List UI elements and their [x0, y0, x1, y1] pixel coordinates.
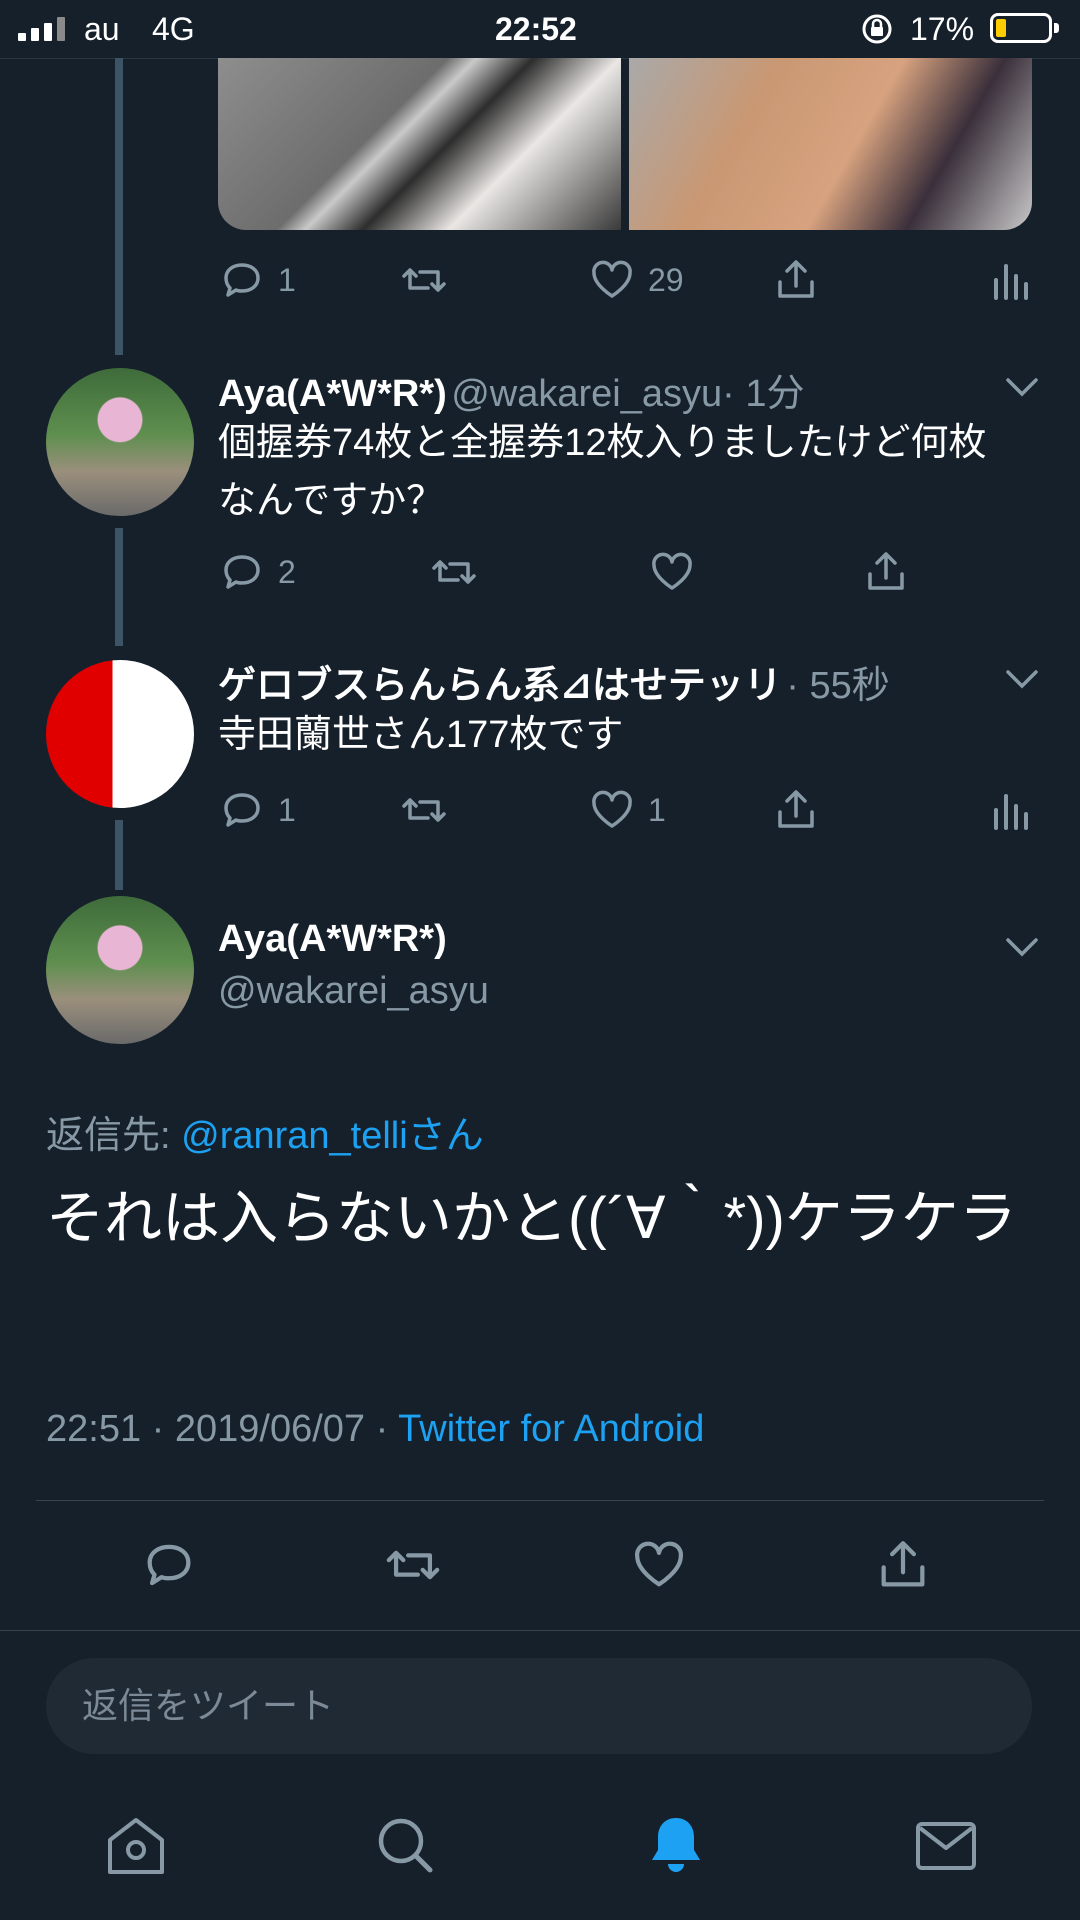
reply-count: 2: [278, 553, 296, 590]
status-bar: au 4G 22:52 17%: [0, 0, 1080, 59]
rotation-lock-icon: [862, 14, 892, 44]
divider: [0, 1630, 1080, 1631]
display-name[interactable]: Aya(A*W*R*): [218, 918, 447, 961]
tweet-media[interactable]: [218, 58, 1032, 230]
tweet-timestamp: 22:51 · 2019/06/07 ·: [46, 1408, 399, 1450]
handle[interactable]: @wakarei_asyu: [218, 970, 489, 1013]
tweet-text: 寺田蘭世さん177枚です: [218, 714, 624, 756]
analytics-button[interactable]: [984, 256, 1032, 304]
media-image[interactable]: [218, 58, 621, 230]
notifications-icon: [652, 1818, 700, 1872]
display-name[interactable]: ゲロブスらんらん系⊿はせテッリ: [218, 665, 782, 707]
tweet-text: それは入らないかと((´∀｀*))ケラケラ: [46, 1186, 1017, 1251]
tweet-time: · 1分: [722, 373, 805, 415]
battery-icon: [990, 13, 1059, 43]
retweet-button[interactable]: [430, 548, 478, 596]
avatar[interactable]: [46, 368, 194, 516]
analytics-icon: [994, 264, 1028, 300]
battery-percent: 17%: [910, 11, 975, 47]
reply-to-label: 返信先:: [46, 1115, 171, 1157]
retweet-icon: [402, 268, 446, 292]
reply-button[interactable]: 1: [218, 786, 296, 834]
retweet-icon: [432, 560, 476, 584]
reply-count: 1: [278, 261, 296, 298]
reply-button[interactable]: 2: [218, 548, 296, 596]
tab-home[interactable]: [100, 1810, 172, 1882]
like-button[interactable]: 1: [588, 786, 666, 834]
home-icon: [108, 1818, 164, 1874]
tweet-meta: 22:51 · 2019/06/07 · Twitter for Android: [46, 1408, 704, 1451]
tweet-source-link[interactable]: Twitter for Android: [398, 1408, 704, 1450]
divider: [36, 1500, 1044, 1501]
reply-button[interactable]: 1: [218, 256, 296, 304]
share-icon: [881, 1541, 925, 1587]
analytics-button[interactable]: [984, 786, 1032, 834]
chevron-down-icon[interactable]: [1002, 926, 1042, 966]
retweet-button[interactable]: [384, 1536, 442, 1594]
thread-line: [115, 58, 123, 355]
retweet-icon: [402, 798, 446, 822]
share-button[interactable]: [874, 1536, 932, 1594]
share-icon: [778, 790, 814, 828]
carrier-label: au: [84, 11, 120, 47]
reply-icon: [224, 793, 260, 827]
chevron-down-icon[interactable]: [1002, 366, 1042, 406]
signal-icon: [18, 17, 65, 41]
share-icon: [778, 260, 814, 298]
like-button[interactable]: [648, 548, 696, 596]
reply-to-user-link[interactable]: @ranran_telliさん: [181, 1115, 484, 1157]
retweet-button[interactable]: [400, 786, 448, 834]
reply-icon: [224, 263, 260, 297]
tab-messages[interactable]: [910, 1810, 982, 1882]
heart-icon: [592, 260, 632, 298]
media-image[interactable]: [629, 58, 1032, 230]
tab-bar: [0, 1780, 1080, 1920]
reply-icon: [147, 1544, 191, 1586]
share-button[interactable]: [772, 256, 820, 304]
like-button[interactable]: 29: [588, 256, 684, 304]
tweet-header: Aya(A*W*R*) @wakarei_asyu· 1分: [218, 362, 804, 417]
avatar[interactable]: [46, 660, 194, 808]
share-button[interactable]: [862, 548, 910, 596]
avatar[interactable]: [46, 896, 194, 1044]
thread-line: [115, 528, 123, 646]
analytics-icon: [994, 794, 1028, 830]
share-icon: [868, 552, 904, 590]
search-icon: [378, 1818, 433, 1873]
tweet-header: ゲロブスらんらん系⊿はせテッリ · 55秒: [218, 654, 890, 709]
retweet-icon: [386, 1550, 440, 1580]
heart-icon: [652, 552, 692, 590]
reply-button[interactable]: [140, 1536, 198, 1594]
messages-icon: [916, 1822, 976, 1870]
network-label: 4G: [152, 11, 195, 47]
thread-line: [115, 820, 123, 890]
display-name[interactable]: Aya(A*W*R*): [218, 373, 447, 415]
tweet-time: · 55秒: [786, 665, 890, 707]
reply-to: 返信先: @ranran_telliさん: [46, 1104, 484, 1159]
heart-icon: [635, 1541, 683, 1587]
heart-icon: [592, 790, 632, 828]
retweet-button[interactable]: [400, 256, 448, 304]
share-button[interactable]: [772, 786, 820, 834]
tab-notifications[interactable]: [640, 1810, 712, 1882]
reply-input[interactable]: 返信をツイート: [46, 1658, 1032, 1754]
like-count: 29: [648, 261, 684, 298]
tab-search[interactable]: [370, 1810, 442, 1882]
tweet-text: 個握券74枚と全握券12枚入りましたけど何枚なんですか？: [218, 422, 987, 522]
like-button[interactable]: [630, 1536, 688, 1594]
reply-icon: [224, 555, 260, 589]
clock: 22:52: [495, 11, 577, 47]
handle[interactable]: @wakarei_asyu: [451, 373, 722, 415]
reply-count: 1: [278, 791, 296, 828]
chevron-down-icon[interactable]: [1002, 658, 1042, 698]
like-count: 1: [648, 791, 666, 828]
